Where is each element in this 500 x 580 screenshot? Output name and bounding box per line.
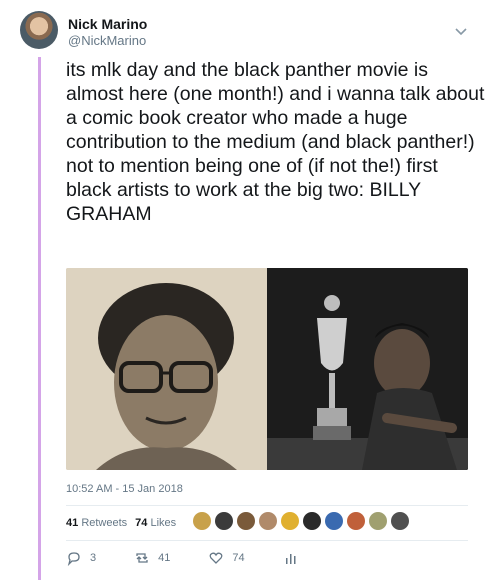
liker-avatars [193,512,409,530]
like-button[interactable]: 74 [208,550,245,566]
liker-avatar-5[interactable] [281,512,299,530]
like-count: 74 [232,552,245,564]
divider [66,505,468,506]
liker-avatar-4[interactable] [259,512,277,530]
liker-avatar-1[interactable] [193,512,211,530]
reply-icon [67,552,80,566]
author-name[interactable]: Nick Marino [68,16,147,32]
media-photo-sketch[interactable] [66,268,267,470]
retweets-stat[interactable]: 41 Retweets [66,517,127,529]
tweet-text: its mlk day and the black panther movie … [66,59,490,225]
liker-avatar-8[interactable] [347,512,365,530]
tweet-actions: 3 41 74 [66,550,337,566]
author-handle[interactable]: @NickMarino [68,33,146,48]
tweet-media[interactable] [66,268,468,470]
liker-avatar-6[interactable] [303,512,321,530]
retweets-stat-count: 41 [66,517,79,529]
retweets-stat-label: Retweets [81,517,128,529]
analytics-icon [285,554,296,564]
sketch-portrait-image [66,268,267,470]
retweet-icon [136,553,148,563]
trophy-photo-image [267,268,468,470]
liker-avatar-2[interactable] [215,512,233,530]
engagement-stats: 41 Retweets 74 Likes [66,517,176,529]
heart-icon [209,552,223,564]
reply-button[interactable]: 3 [66,550,96,566]
media-photo-trophy[interactable] [267,268,468,470]
reply-count: 3 [90,552,97,564]
author-avatar[interactable] [20,11,58,49]
analytics-button[interactable] [283,550,299,566]
likes-stat-count: 74 [135,517,148,529]
thread-line [38,57,41,580]
divider [66,540,468,541]
tweet-timestamp[interactable]: 10:52 AM - 15 Jan 2018 [66,483,183,495]
retweet-button[interactable]: 41 [134,550,170,566]
liker-avatar-10[interactable] [391,512,409,530]
chevron-down-icon[interactable] [454,24,468,38]
retweet-count: 41 [158,552,171,564]
liker-avatar-7[interactable] [325,512,343,530]
likes-stat-label: Likes [150,517,177,529]
likes-stat[interactable]: 74 Likes [135,517,176,529]
liker-avatar-9[interactable] [369,512,387,530]
liker-avatar-3[interactable] [237,512,255,530]
